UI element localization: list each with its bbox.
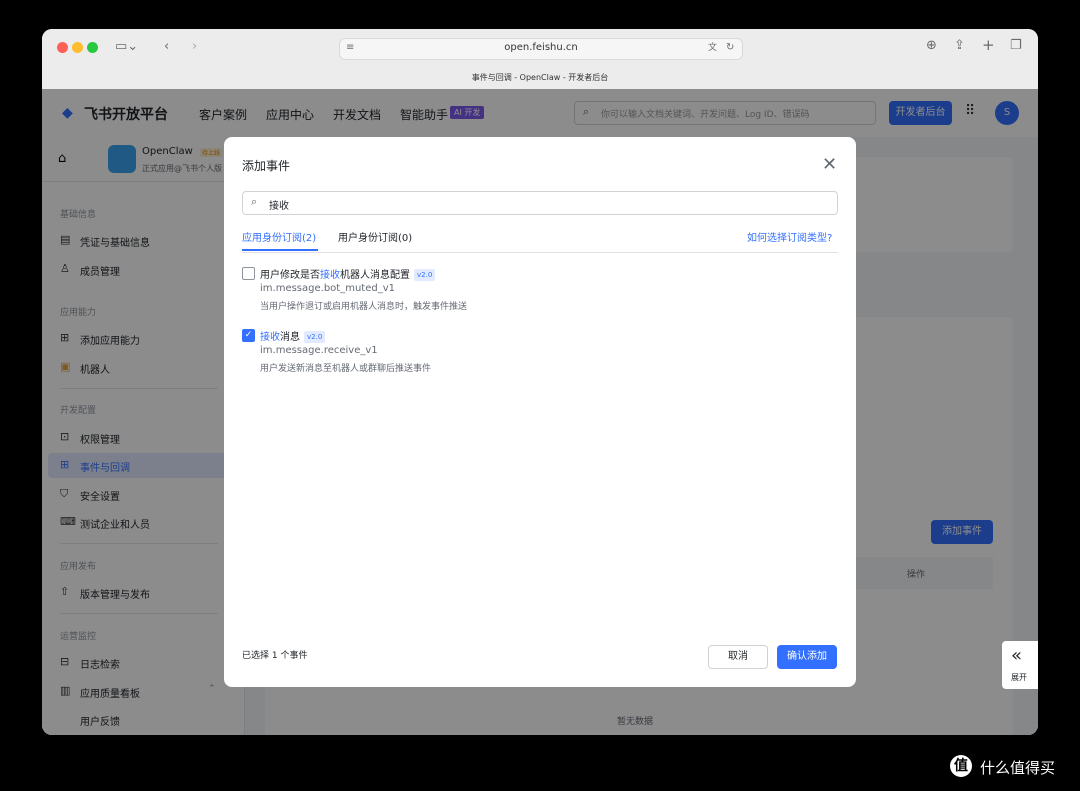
tab-user-identity[interactable]: 用户身份订阅(0)	[338, 229, 412, 244]
version-badge: v2.0	[304, 331, 326, 343]
double-chevron-left-icon: «	[1011, 645, 1023, 666]
maximize-window-button[interactable]	[87, 42, 98, 53]
reload-icon[interactable]: ↻	[726, 41, 734, 55]
tab-app-identity[interactable]: 应用身份订阅(2)	[242, 229, 316, 244]
event-checkbox-checked[interactable]: ✓	[242, 329, 255, 342]
event-id: im.message.bot_muted_v1	[260, 283, 395, 294]
translate-icon[interactable]: 文	[708, 41, 717, 55]
subscription-tabs: 应用身份订阅(2) 用户身份订阅(0) 如何选择订阅类型?	[242, 227, 838, 253]
watermark-logo-icon: 值	[950, 755, 972, 777]
expand-label: 展开	[1011, 673, 1027, 682]
share-icon[interactable]: ⇪	[954, 39, 965, 53]
add-event-dialog: 添加事件 ✕ ⌕ 接收 应用身份订阅(2) 用户身份订阅(0) 如何选择订阅类型…	[224, 137, 856, 687]
event-description: 当用户操作退订或启用机器人消息时，触发事件推送	[260, 302, 468, 312]
help-link[interactable]: 如何选择订阅类型?	[747, 229, 832, 244]
back-icon[interactable]: ‹	[164, 40, 169, 54]
search-value: 接收	[269, 201, 289, 212]
cancel-button[interactable]: 取消	[708, 645, 768, 669]
close-icon[interactable]: ✕	[822, 154, 837, 175]
dialog-title: 添加事件	[242, 159, 291, 173]
forward-icon[interactable]: ›	[192, 40, 197, 54]
browser-titlebar: ▭⌄ ‹ › ≡ open.feishu.cn 文 ↻ ⊕ ⇪ + ❐ 事件与回…	[42, 29, 1038, 90]
active-tab-indicator	[242, 249, 318, 251]
watermark-text: 什么值得买	[980, 759, 1056, 777]
confirm-add-button[interactable]: 确认添加	[777, 645, 837, 669]
event-name: 用户修改是否接收机器人消息配置 v2.0	[260, 266, 436, 281]
event-id: im.message.receive_v1	[260, 345, 378, 356]
address-bar[interactable]: ≡ open.feishu.cn 文 ↻	[339, 38, 743, 60]
event-name: 接收消息 v2.0	[260, 328, 326, 343]
sidebar-toggle-icon[interactable]: ▭⌄	[115, 40, 138, 54]
new-tab-icon[interactable]: +	[982, 38, 995, 53]
url-text: open.feishu.cn	[504, 42, 578, 53]
version-badge: v2.0	[414, 269, 436, 281]
selected-count: 已选择 1 个事件	[242, 651, 308, 661]
event-checkbox[interactable]	[242, 267, 255, 280]
download-icon[interactable]: ⊕	[926, 39, 937, 53]
event-description: 用户发送新消息至机器人或群聊后推送事件	[260, 364, 432, 374]
expand-panel-button[interactable]: « 展开	[1002, 641, 1038, 689]
tab-title[interactable]: 事件与回调 - OpenClaw - 开发者后台	[42, 72, 1038, 83]
minimize-window-button[interactable]	[72, 42, 83, 53]
event-search-input[interactable]: ⌕ 接收	[242, 191, 838, 215]
tabs-overview-icon[interactable]: ❐	[1010, 39, 1022, 53]
search-icon: ⌕	[251, 195, 258, 208]
close-window-button[interactable]	[57, 42, 68, 53]
